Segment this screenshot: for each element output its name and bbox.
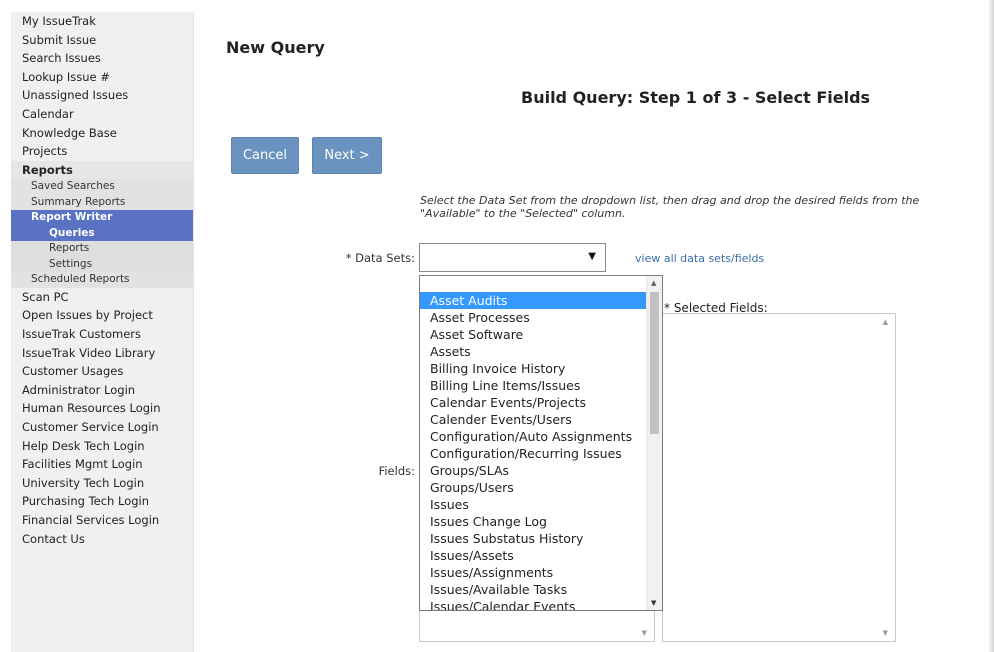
- sidebar-subitem-queries[interactable]: Queries: [11, 225, 193, 242]
- sidebar-item-unassigned-issues[interactable]: Unassigned Issues: [11, 86, 193, 105]
- scrollbar-thumb[interactable]: [650, 292, 659, 434]
- view-all-data-sets-link[interactable]: view all data sets/fields: [635, 252, 764, 265]
- dropdown-option[interactable]: Issues/Available Tasks: [420, 581, 647, 598]
- sidebar-subitem-report-writer[interactable]: Report Writer: [11, 210, 193, 226]
- dropdown-option[interactable]: Calender Events/Users: [420, 411, 647, 428]
- dropdown-option[interactable]: Assets: [420, 343, 647, 360]
- dropdown-option[interactable]: Asset Audits: [420, 292, 647, 309]
- sidebar-item-knowledge-base[interactable]: Knowledge Base: [11, 124, 193, 143]
- sidebar-subitem-reports[interactable]: Reports: [11, 241, 193, 257]
- fields-label: Fields:: [378, 464, 415, 478]
- dropdown-option[interactable]: Issues/Assets: [420, 547, 647, 564]
- dropdown-option[interactable]: Issues/Assignments: [420, 564, 647, 581]
- cancel-button[interactable]: Cancel: [231, 137, 299, 174]
- dropdown-option[interactable]: Configuration/Auto Assignments: [420, 428, 647, 445]
- sidebar-item-submit-issue[interactable]: Submit Issue: [11, 31, 193, 50]
- sidebar-item-search-issues[interactable]: Search Issues: [11, 49, 193, 68]
- sidebar-item-contact-us[interactable]: Contact Us: [11, 530, 193, 549]
- sidebar-item-university-tech-login[interactable]: University Tech Login: [11, 474, 193, 493]
- scroll-up-icon[interactable]: ▲: [651, 279, 656, 287]
- sidebar-item-administrator-login[interactable]: Administrator Login: [11, 381, 193, 400]
- sidebar-item-issuetrak-customers[interactable]: IssueTrak Customers: [11, 325, 193, 344]
- window-frame-top: [0, 0, 994, 4]
- sidebar-item-lookup-issue[interactable]: Lookup Issue #: [11, 68, 193, 87]
- dropdown-option[interactable]: Issues: [420, 496, 647, 513]
- dropdown-option[interactable]: Billing Invoice History: [420, 360, 647, 377]
- instructions-text: Select the Data Set from the dropdown li…: [420, 194, 994, 220]
- dropdown-option[interactable]: Groups/Users: [420, 479, 647, 496]
- instructions-line-2: "Available" to the "Selected" column.: [420, 207, 626, 220]
- page-title: New Query: [226, 38, 325, 57]
- data-sets-select[interactable]: ▼: [419, 243, 606, 272]
- scroll-down-icon[interactable]: ▼: [651, 599, 656, 607]
- dropdown-option[interactable]: Asset Processes: [420, 309, 647, 326]
- dropdown-option[interactable]: Issues/Calendar Events: [420, 598, 647, 610]
- next-button[interactable]: Next >: [312, 137, 382, 174]
- sidebar-item-financial-services-login[interactable]: Financial Services Login: [11, 511, 193, 530]
- sidebar-subitem-scheduled-reports[interactable]: Scheduled Reports: [11, 272, 193, 288]
- caret-down-icon: ▼: [588, 251, 596, 262]
- sidebar-item-facilities-mgmt-login[interactable]: Facilities Mgmt Login: [11, 455, 193, 474]
- dropdown-option[interactable]: Configuration/Recurring Issues: [420, 445, 647, 462]
- sidebar-subitem-saved-searches[interactable]: Saved Searches: [11, 179, 193, 195]
- scroll-down-icon[interactable]: ▼: [883, 629, 888, 637]
- window-shadow: [988, 0, 994, 652]
- data-sets-dropdown[interactable]: Asset Audits Asset Processes Asset Softw…: [419, 275, 663, 611]
- scroll-up-icon[interactable]: ▲: [883, 318, 888, 326]
- sidebar-item-reports[interactable]: Reports: [11, 160, 193, 180]
- step-title: Build Query: Step 1 of 3 - Select Fields: [521, 88, 871, 107]
- sidebar-item-open-issues-by-project[interactable]: Open Issues by Project: [11, 306, 193, 325]
- dropdown-option[interactable]: Asset Software: [420, 326, 647, 343]
- dropdown-option[interactable]: Groups/SLAs: [420, 462, 647, 479]
- dropdown-option[interactable]: Billing Line Items/Issues: [420, 377, 647, 394]
- selected-fields-list[interactable]: ▲ ▼: [662, 313, 896, 642]
- sidebar-subitem-summary-reports[interactable]: Summary Reports: [11, 195, 193, 211]
- sidebar-item-customer-usages[interactable]: Customer Usages: [11, 362, 193, 381]
- reports-submenu: Saved Searches Summary Reports Report Wr…: [11, 179, 193, 288]
- data-sets-label: * Data Sets:: [345, 251, 415, 265]
- sidebar-item-help-desk-tech-login[interactable]: Help Desk Tech Login: [11, 437, 193, 456]
- scroll-down-icon[interactable]: ▼: [642, 629, 647, 637]
- dropdown-option[interactable]: Calendar Events/Projects: [420, 394, 647, 411]
- sidebar-item-human-resources-login[interactable]: Human Resources Login: [11, 399, 193, 418]
- dropdown-option[interactable]: Issues Substatus History: [420, 530, 647, 547]
- window-frame-left: [0, 0, 8, 652]
- report-writer-submenu: Queries Reports Settings: [11, 225, 193, 273]
- sidebar-item-calendar[interactable]: Calendar: [11, 105, 193, 124]
- sidebar-nav: My IssueTrak Submit Issue Search Issues …: [11, 12, 193, 548]
- sidebar-item-customer-service-login[interactable]: Customer Service Login: [11, 418, 193, 437]
- instructions-line-1: Select the Data Set from the dropdown li…: [420, 194, 920, 207]
- sidebar: My IssueTrak Submit Issue Search Issues …: [11, 12, 194, 652]
- dropdown-options: Asset Audits Asset Processes Asset Softw…: [420, 292, 647, 610]
- sidebar-item-projects[interactable]: Projects: [11, 142, 193, 161]
- sidebar-subitem-settings[interactable]: Settings: [11, 257, 193, 273]
- sidebar-item-my-issuetrak[interactable]: My IssueTrak: [11, 12, 193, 31]
- sidebar-item-video-library[interactable]: IssueTrak Video Library: [11, 344, 193, 363]
- dropdown-scrollbar[interactable]: ▲ ▼: [646, 276, 662, 610]
- sidebar-item-scan-pc[interactable]: Scan PC: [11, 288, 193, 307]
- sidebar-item-purchasing-tech-login[interactable]: Purchasing Tech Login: [11, 492, 193, 511]
- dropdown-option[interactable]: Issues Change Log: [420, 513, 647, 530]
